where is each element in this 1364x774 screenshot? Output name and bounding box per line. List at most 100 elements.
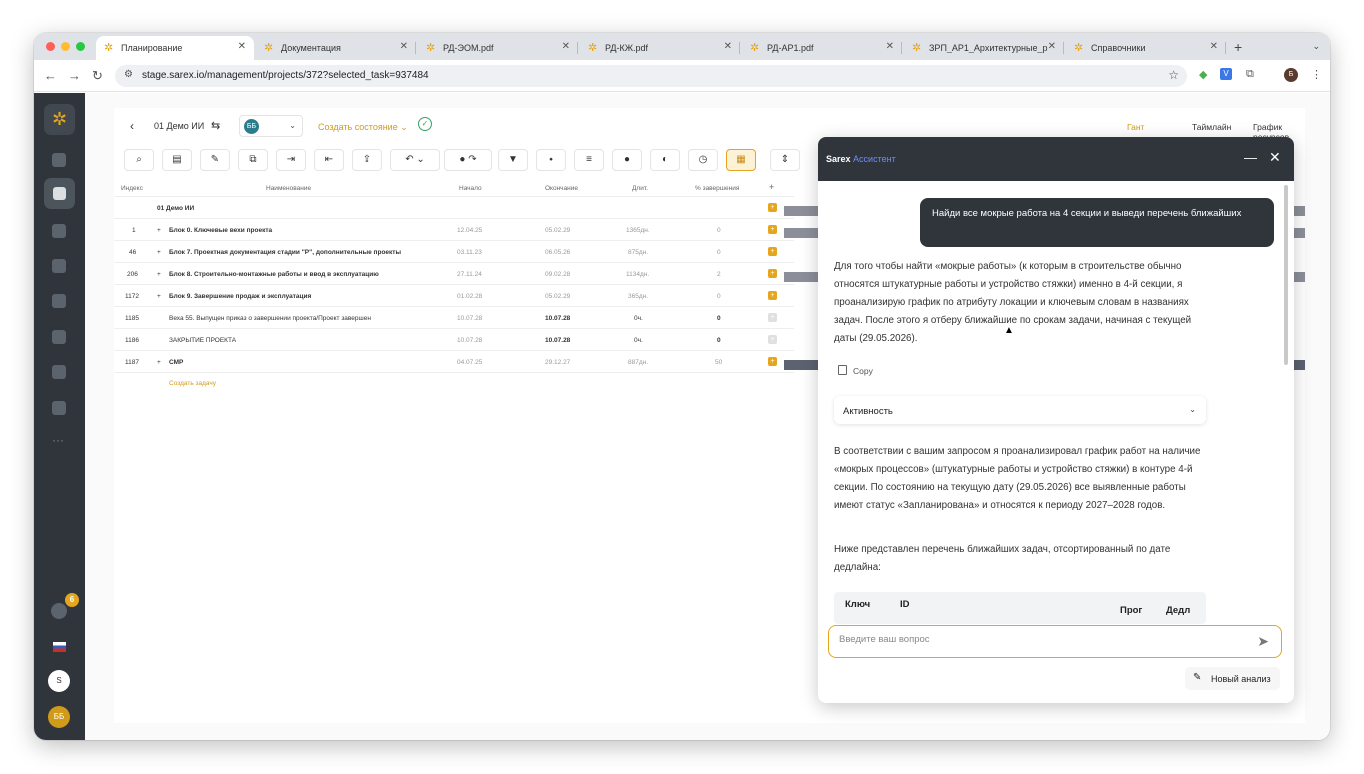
maximize-window-button[interactable]	[76, 42, 85, 51]
expand-icon[interactable]: +	[157, 359, 161, 366]
add-subtask-icon[interactable]: +	[768, 225, 777, 234]
close-tab-icon[interactable]: ✕	[886, 41, 894, 52]
browser-tab-documentation[interactable]: ✲ Документация ✕	[256, 36, 416, 60]
bookmark-star-icon[interactable]: ☆	[1168, 68, 1179, 82]
resources-icon[interactable]: ◐	[650, 149, 680, 171]
browser-tab-rd-kzh[interactable]: ✲ РД-КЖ.pdf ✕	[580, 36, 740, 60]
close-tab-icon[interactable]: ✕	[400, 41, 408, 52]
sidebar-edit-icon[interactable]	[52, 259, 66, 273]
close-tab-icon[interactable]: ✕	[1210, 41, 1218, 52]
create-task-link[interactable]: Создать задачу	[169, 380, 216, 387]
add-subtask-icon[interactable]: +	[768, 247, 777, 256]
url-field[interactable]: ⚙ stage.sarex.io/management/projects/372…	[115, 65, 1187, 87]
table-row[interactable]: 1187 + СМР 04.07.25 29.12.27 887дн. 50 +	[114, 351, 794, 373]
send-icon[interactable]: ➤	[1257, 633, 1269, 650]
clipboard-icon[interactable]: ▤	[162, 149, 192, 171]
expand-icon[interactable]: +	[157, 227, 161, 234]
clock-icon[interactable]: ◷	[688, 149, 718, 171]
extension-green-icon[interactable]: ◆	[1199, 68, 1207, 81]
tab-timeline[interactable]: Таймлайн	[1192, 122, 1231, 132]
alert-icon[interactable]: ●	[612, 149, 642, 171]
close-icon[interactable]: ✕	[1269, 149, 1281, 166]
close-tab-icon[interactable]: ✕	[562, 41, 570, 52]
extension-v-icon[interactable]: V	[1220, 68, 1232, 80]
align-icon[interactable]: ≡	[574, 149, 604, 171]
search-icon[interactable]: ⌕	[124, 149, 154, 171]
close-tab-icon[interactable]: ✕	[724, 41, 732, 52]
sarex-logo-icon[interactable]: ✲	[44, 104, 75, 135]
add-subtask-icon[interactable]: +	[768, 291, 777, 300]
question-field[interactable]	[839, 634, 1239, 645]
browser-menu-icon[interactable]: ⋮	[1311, 68, 1322, 81]
activity-dropdown[interactable]: Активность ⌄	[834, 396, 1206, 424]
add-subtask-icon[interactable]: +	[768, 203, 777, 212]
indent-icon[interactable]: ⇥	[276, 149, 306, 171]
expand-icon[interactable]: +	[157, 293, 161, 300]
workspace-avatar[interactable]: S	[48, 670, 70, 692]
minimize-icon[interactable]: —	[1244, 150, 1257, 165]
browser-tab-references[interactable]: ✲ Справочники ✕	[1066, 36, 1226, 60]
add-subtask-icon[interactable]: +	[768, 313, 777, 322]
reload-icon[interactable]: ↻	[92, 68, 103, 84]
back-chevron-icon[interactable]: ‹	[130, 119, 134, 133]
add-subtask-icon[interactable]: +	[768, 357, 777, 366]
minimize-window-button[interactable]	[61, 42, 70, 51]
chat-scrollbar[interactable]	[1284, 185, 1288, 365]
copy-icon[interactable]: ⧉	[238, 149, 268, 171]
sidebar-schedule-icon[interactable]	[44, 178, 75, 209]
row-index: 1172	[125, 293, 139, 300]
sidebar-chart-icon[interactable]	[52, 365, 66, 379]
close-window-button[interactable]	[46, 42, 55, 51]
sidebar-documents-icon[interactable]	[52, 224, 66, 238]
expand-icon[interactable]: +	[157, 249, 161, 256]
browser-tab-zrp-ar1[interactable]: ✲ ЗРП_АР1_Архитектурные_р ✕	[904, 36, 1064, 60]
add-subtask-icon[interactable]: +	[768, 269, 777, 278]
tab-gantt[interactable]: Гант	[1127, 122, 1144, 132]
back-arrow-icon[interactable]: ←	[44, 68, 57, 83]
copy-button[interactable]: Copy	[838, 365, 873, 376]
expand-icon[interactable]: +	[157, 271, 161, 278]
user-avatar[interactable]: ББ	[48, 706, 70, 728]
language-flag-icon[interactable]	[53, 642, 66, 652]
expand-vertical-icon[interactable]: ⇕	[770, 149, 800, 171]
tab-search-chevron-icon[interactable]: ⌄	[1312, 41, 1320, 52]
pencil-icon[interactable]: ✎	[200, 149, 230, 171]
help-icon[interactable]	[51, 603, 67, 619]
browser-tab-rd-ar1[interactable]: ✲ РД-АР1.pdf ✕	[742, 36, 902, 60]
table-row[interactable]: 206 + Блок 8. Строительно-монтажные рабо…	[114, 263, 794, 285]
close-tab-icon[interactable]: ✕	[1048, 41, 1056, 52]
browser-tab-planning[interactable]: ✲ Планирование ✕	[96, 36, 254, 60]
redo-icon[interactable]: ● ↷	[444, 149, 492, 171]
extensions-puzzle-icon[interactable]: ⧉	[1246, 68, 1254, 81]
swap-icon[interactable]: ⇆	[211, 119, 220, 132]
export-icon[interactable]: ⇪	[352, 149, 382, 171]
forward-arrow-icon[interactable]: →	[68, 68, 81, 83]
sidebar-report-icon[interactable]	[52, 401, 66, 415]
undo-icon[interactable]: ↶ ⌄	[390, 149, 440, 171]
table-row[interactable]: 1172 + Блок 9. Завершение продаж и экспл…	[114, 285, 794, 307]
sidebar-check-icon[interactable]	[52, 294, 66, 308]
table-row[interactable]: 01 Демо ИИ +	[114, 197, 794, 219]
version-select[interactable]: ББ ⌄	[239, 115, 303, 137]
close-tab-icon[interactable]: ✕	[238, 41, 246, 52]
filter-icon[interactable]: ▼	[498, 149, 528, 171]
table-row[interactable]: 1186 ЗАКРЫТИЕ ПРОЕКТА 10.07.28 10.07.28 …	[114, 329, 794, 351]
add-column-icon[interactable]: +	[769, 182, 774, 192]
marker-icon[interactable]: ⬩	[536, 149, 566, 171]
create-state-button[interactable]: Создать состояние ⌄	[318, 122, 408, 133]
browser-tab-rd-eom[interactable]: ✲ РД-ЭОМ.pdf ✕	[418, 36, 578, 60]
question-input[interactable]: ➤	[828, 625, 1282, 658]
profile-avatar[interactable]: Б	[1284, 68, 1298, 82]
new-tab-button[interactable]: +	[1234, 39, 1242, 55]
outdent-icon[interactable]: ⇤	[314, 149, 344, 171]
table-row[interactable]: 1 + Блок 0. Ключевые вехи проекта 12.04.…	[114, 219, 794, 241]
more-icon[interactable]: ···	[52, 433, 64, 447]
new-analysis-button[interactable]: ✎ Новый анализ	[1185, 667, 1280, 690]
sidebar-calendar-icon[interactable]	[52, 330, 66, 344]
table-row[interactable]: 46 + Блок 7. Проектная документация стад…	[114, 241, 794, 263]
table-row[interactable]: 1185 Веха 55. Выпущен приказ о завершени…	[114, 307, 794, 329]
add-subtask-icon[interactable]: +	[768, 335, 777, 344]
sidebar-video-icon[interactable]	[52, 153, 66, 167]
table-view-icon[interactable]: ▦	[726, 149, 756, 171]
site-info-icon[interactable]: ⚙	[124, 69, 133, 80]
